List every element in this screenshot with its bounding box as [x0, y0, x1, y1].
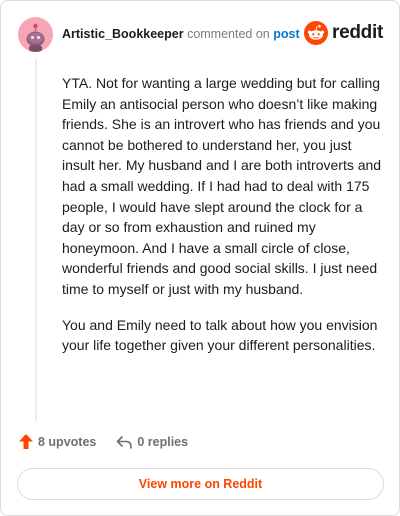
post-link[interactable]: post — [273, 27, 299, 41]
comment-body: YTA. Not for wanting a large wedding but… — [62, 73, 384, 371]
reply-count: 0 replies — [137, 434, 189, 449]
comment-meta: Artistic_Bookkeeper commented on post — [62, 27, 300, 41]
upvote-arrow-icon — [19, 434, 33, 449]
comment-header: Artistic_Bookkeeper commented on post re… — [18, 16, 383, 52]
username-link[interactable]: Artistic_Bookkeeper — [62, 27, 184, 41]
upvote-button[interactable]: 8 upvotes — [19, 434, 96, 449]
reply-arrow-icon — [117, 435, 133, 449]
view-more-button[interactable]: View more on Reddit — [17, 468, 384, 500]
comment-paragraph-1: YTA. Not for wanting a large wedding but… — [62, 75, 382, 297]
reddit-wordmark: reddit — [332, 22, 383, 43]
comment-card: Artistic_Bookkeeper commented on post re… — [0, 0, 400, 516]
upvote-count: 8 upvotes — [38, 434, 97, 449]
reddit-brand[interactable]: reddit — [304, 21, 383, 45]
reddit-logo-icon — [304, 21, 329, 45]
thread-line — [35, 59, 37, 421]
comment-actions: 8 upvotes 0 replies — [19, 434, 188, 449]
reply-button[interactable]: 0 replies — [116, 435, 188, 449]
user-avatar[interactable] — [18, 16, 53, 52]
comment-paragraph-2: You and Emily need to talk about how you… — [62, 316, 378, 354]
snoo-avatar-icon — [26, 23, 45, 52]
commented-on-text: commented on — [187, 27, 270, 41]
